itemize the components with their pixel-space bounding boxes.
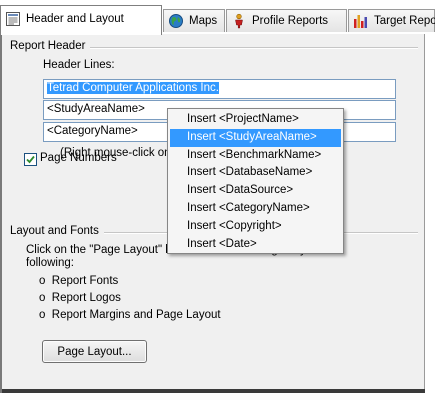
header-lines-label: Header Lines: (43, 59, 115, 71)
menu-item-insert-category-name[interactable]: Insert <CategoryName> (170, 200, 341, 218)
page-numbers-checkbox[interactable] (24, 153, 37, 166)
tab-target-reports-label: Target Reports (374, 15, 435, 27)
layout-list-item: o Report Margins and Page Layout (39, 309, 221, 321)
figure-icon (231, 13, 247, 29)
layout-list-item: o Report Logos (39, 292, 121, 304)
header-line-3-value: <CategoryName> (47, 125, 138, 137)
report-header-group-title: Report Header (10, 40, 91, 52)
tab-profile-reports-label: Profile Reports (252, 15, 329, 27)
menu-item-insert-benchmark-name[interactable]: Insert <BenchmarkName> (170, 147, 341, 165)
tab-maps-label: Maps (189, 15, 218, 27)
layout-list-item-label: Report Margins and Page Layout (51, 309, 221, 321)
bullet-icon: o (39, 309, 46, 321)
globe-icon (168, 13, 184, 29)
header-line-2-value: <StudyAreaName> (47, 103, 145, 115)
layout-list-item-label: Report Logos (51, 292, 121, 304)
check-mark-icon (26, 155, 35, 164)
tab-strip: Header and Layout Maps Profile Reports T… (0, 0, 435, 35)
layout-fonts-group-title: Layout and Fonts (10, 225, 104, 237)
header-line-1-field[interactable]: Tetrad Computer Applications Inc. (43, 79, 396, 99)
insert-context-menu: Insert <ProjectName> Insert <StudyAreaNa… (167, 108, 344, 254)
menu-item-insert-data-source[interactable]: Insert <DataSource> (170, 182, 341, 200)
window-edge (425, 34, 435, 393)
layout-description-line2: following: (26, 257, 74, 269)
menu-item-insert-study-area-name[interactable]: Insert <StudyAreaName> (170, 128, 341, 147)
page-layout-button-label: Page Layout... (57, 345, 132, 358)
bar-chart-icon (353, 13, 369, 29)
tab-profile-reports[interactable]: Profile Reports (226, 9, 347, 32)
tab-header-and-layout-label: Header and Layout (26, 13, 124, 25)
header-line-1-value: Tetrad Computer Applications Inc. (47, 82, 219, 94)
page-layout-button[interactable]: Page Layout... (42, 340, 147, 363)
tab-header-and-layout[interactable]: Header and Layout (0, 5, 162, 35)
page-layout-icon (5, 11, 21, 27)
menu-item-insert-database-name[interactable]: Insert <DatabaseName> (170, 164, 341, 182)
bullet-icon: o (39, 275, 46, 287)
bullet-icon: o (39, 292, 46, 304)
bottom-border (2, 389, 425, 393)
page-numbers-label[interactable]: Page Numbers (40, 152, 117, 164)
tab-maps[interactable]: Maps (163, 9, 225, 32)
layout-list-item: o Report Fonts (39, 275, 118, 287)
tab-target-reports[interactable]: Target Reports (348, 9, 435, 32)
menu-item-insert-copyright[interactable]: Insert <Copyright> (170, 218, 341, 236)
menu-item-insert-date[interactable]: Insert <Date> (170, 236, 341, 254)
menu-item-insert-project-name[interactable]: Insert <ProjectName> (170, 111, 341, 129)
layout-list-item-label: Report Fonts (51, 275, 119, 287)
